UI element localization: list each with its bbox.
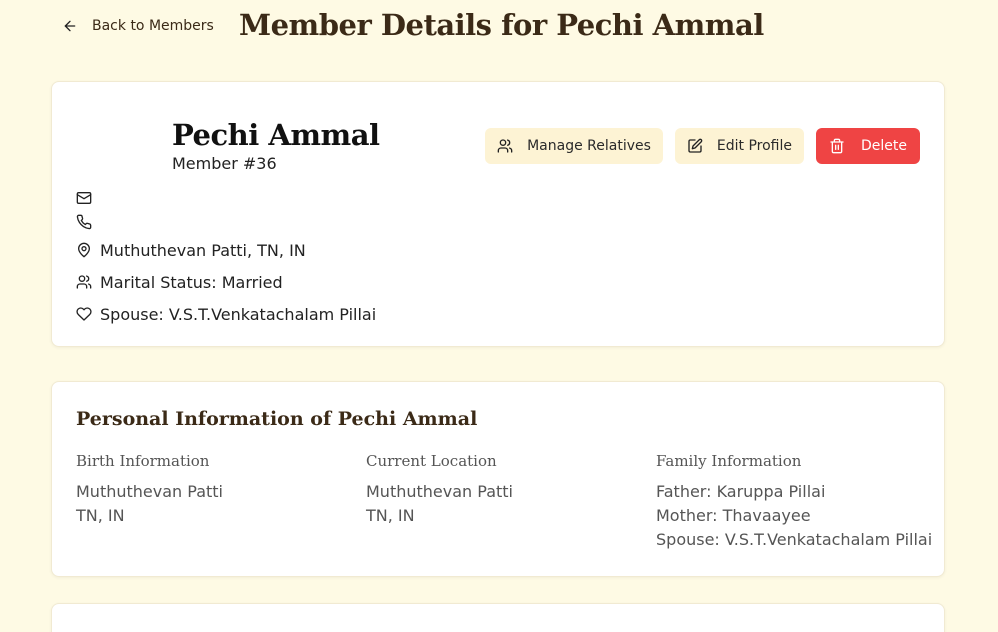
mail-icon bbox=[76, 192, 92, 204]
delete-label: Delete bbox=[861, 138, 907, 154]
delete-button[interactable]: Delete bbox=[816, 128, 920, 164]
family-info-column: Family Information Father: Karuppa Pilla… bbox=[656, 452, 932, 552]
arrow-left-icon bbox=[64, 20, 76, 32]
member-name: Pechi Ammal bbox=[172, 118, 380, 152]
member-number: Member #36 bbox=[172, 154, 277, 173]
edit-profile-button[interactable]: Edit Profile bbox=[674, 128, 804, 164]
heart-icon bbox=[76, 307, 92, 321]
family-info-heading: Family Information bbox=[656, 452, 802, 470]
marital-status-text: Marital Status: Married bbox=[100, 272, 283, 292]
manage-relatives-button[interactable]: Manage Relatives bbox=[485, 128, 663, 164]
contact-info-list: Muthuthevan Patti, TN, IN Marital Status… bbox=[76, 186, 376, 330]
section-title: Personal Information of Pechi Ammal bbox=[76, 408, 478, 430]
users-icon bbox=[76, 275, 92, 289]
current-location-column: Current Location Muthuthevan Patti TN, I… bbox=[366, 452, 513, 528]
birth-region: TN, IN bbox=[76, 506, 125, 525]
page-title: Member Details for Pechi Ammal bbox=[239, 8, 764, 42]
personal-info-card: Personal Information of Pechi Ammal Birt… bbox=[51, 381, 945, 577]
map-pin-icon bbox=[78, 242, 90, 258]
back-to-members-link[interactable]: Back to Members bbox=[62, 18, 214, 34]
edit-icon bbox=[688, 138, 703, 153]
profile-actions: Manage Relatives Edit Profile Delete bbox=[485, 128, 920, 164]
father-text: Father: Karuppa Pillai bbox=[656, 482, 826, 501]
family-spouse-text: Spouse: V.S.T.Venkatachalam Pillai bbox=[656, 530, 933, 549]
current-place: Muthuthevan Patti bbox=[366, 482, 513, 501]
spouse-row: Spouse: V.S.T.Venkatachalam Pillai bbox=[76, 298, 376, 330]
manage-relatives-label: Manage Relatives bbox=[527, 138, 651, 154]
users-icon bbox=[497, 139, 513, 153]
top-bar: Back to Members Member Details for Pechi… bbox=[0, 0, 998, 60]
edit-profile-label: Edit Profile bbox=[716, 138, 792, 154]
next-section-card bbox=[51, 603, 945, 632]
back-label: Back to Members bbox=[92, 18, 214, 34]
marital-status-row: Marital Status: Married bbox=[76, 266, 376, 298]
birth-info-heading: Birth Information bbox=[76, 452, 210, 470]
current-location-heading: Current Location bbox=[366, 452, 497, 470]
email-row bbox=[76, 186, 376, 210]
profile-card: Pechi Ammal Member #36 Manage Relatives … bbox=[51, 81, 945, 347]
phone-row bbox=[76, 210, 376, 234]
spouse-text: Spouse: V.S.T.Venkatachalam Pillai bbox=[100, 304, 377, 324]
location-text: Muthuthevan Patti, TN, IN bbox=[100, 240, 306, 260]
phone-icon bbox=[76, 214, 92, 230]
mother-text: Mother: Thavaayee bbox=[656, 506, 811, 525]
birth-info-column: Birth Information Muthuthevan Patti TN, … bbox=[76, 452, 223, 528]
trash-icon bbox=[830, 138, 844, 154]
current-region: TN, IN bbox=[366, 506, 415, 525]
birth-place: Muthuthevan Patti bbox=[76, 482, 223, 501]
location-row: Muthuthevan Patti, TN, IN bbox=[76, 234, 376, 266]
